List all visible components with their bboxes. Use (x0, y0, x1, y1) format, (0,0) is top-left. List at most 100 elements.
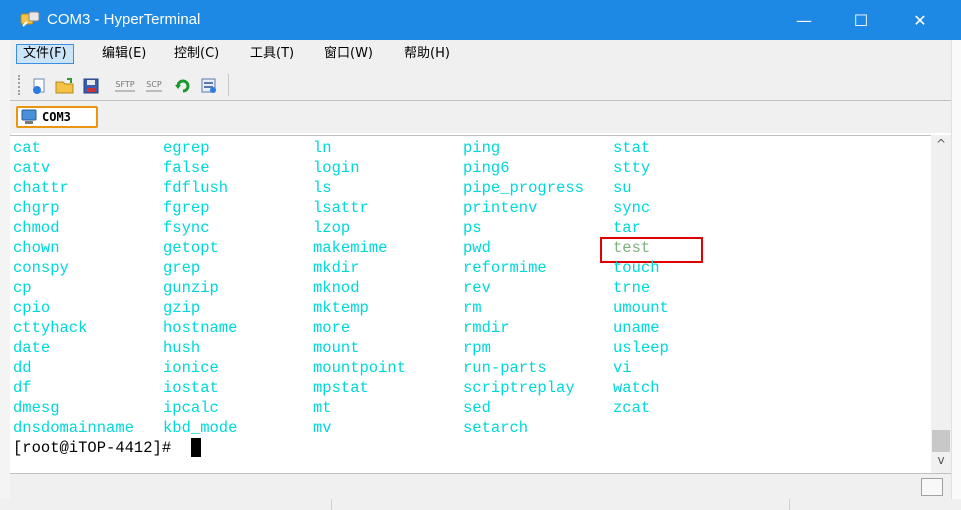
command-entry: cpio (13, 299, 51, 317)
command-entry: scriptreplay (463, 379, 575, 397)
new-session-button[interactable] (28, 76, 50, 96)
command-entry: trne (613, 279, 651, 297)
shell-prompt: [root@iTOP-4412]# (13, 439, 181, 457)
command-entry: sed (463, 399, 491, 417)
command-entry: su (613, 179, 632, 197)
command-entry: mkdir (313, 259, 360, 277)
command-entry: conspy (13, 259, 69, 277)
toolbar-grip[interactable] (18, 75, 22, 95)
scroll-up-icon[interactable]: ^ (931, 137, 951, 151)
command-entry: cttyhack (13, 319, 88, 337)
new-session-icon (33, 78, 45, 94)
command-entry: stat (613, 139, 651, 157)
command-entry: mknod (313, 279, 360, 297)
tab-com3[interactable]: COM3 (16, 106, 98, 128)
command-entry: sync (613, 199, 651, 217)
command-entry: rev (463, 279, 491, 297)
menu-help[interactable]: 帮助(H) (398, 44, 456, 64)
command-entry: catv (13, 159, 51, 177)
command-entry: fgrep (163, 199, 210, 217)
command-entry: dd (13, 359, 32, 377)
menu-edit[interactable]: 编辑(E) (96, 44, 152, 64)
command-entry: test (613, 239, 651, 257)
window-bottom-edge (0, 499, 961, 510)
toolbar: SFTP SCP (10, 68, 951, 100)
command-entry: lzop (313, 219, 351, 237)
properties-button[interactable] (198, 76, 220, 96)
command-entry: chown (13, 239, 60, 257)
command-entry: egrep (163, 139, 210, 157)
menu-bar: 文件(F) 编辑(E) 控制(C) 工具(T) 窗口(W) 帮助(H) (10, 40, 951, 68)
command-entry: chmod (13, 219, 60, 237)
refresh-button[interactable] (172, 76, 194, 96)
close-icon: ✕ (913, 10, 927, 30)
window-title: COM3 - HyperTerminal (47, 11, 201, 28)
command-entry: umount (613, 299, 669, 317)
scp-button[interactable]: SCP (142, 76, 166, 96)
command-entry: fdflush (163, 179, 229, 197)
scrollbar-thumb[interactable] (932, 430, 950, 452)
minimize-icon: — (796, 10, 812, 30)
properties-icon (201, 78, 216, 93)
menu-tools[interactable]: 工具(T) (244, 44, 300, 64)
maximize-icon: ☐ (853, 10, 869, 30)
open-folder-icon (55, 78, 74, 94)
close-button[interactable]: ✕ (897, 0, 943, 40)
command-entry: mktemp (313, 299, 369, 317)
sftp-icon: SFTP (115, 80, 135, 92)
command-entry: ionice (163, 359, 219, 377)
command-entry: touch (613, 259, 660, 277)
command-entry: chgrp (13, 199, 60, 217)
command-entry: dmesg (13, 399, 60, 417)
window-right-edge (951, 40, 961, 499)
command-entry: mt (313, 399, 332, 417)
command-entry: ls (313, 179, 332, 197)
title-bar: COM3 - HyperTerminal — ☐ ✕ (0, 0, 961, 40)
command-entry: printenv (463, 199, 538, 217)
command-entry: rpm (463, 339, 491, 357)
command-entry: usleep (613, 339, 669, 357)
command-entry: uname (613, 319, 660, 337)
command-entry: watch (613, 379, 660, 397)
open-button[interactable] (54, 76, 76, 96)
save-button[interactable] (80, 76, 102, 96)
command-entry: hush (163, 339, 201, 357)
session-tab-bar: COM3 (10, 100, 951, 133)
command-entry: iostat (163, 379, 219, 397)
command-entry: makemime (313, 239, 388, 257)
command-entry: mv (313, 419, 332, 437)
menu-control[interactable]: 控制(C) (168, 44, 225, 64)
command-entry: ipcalc (163, 399, 219, 417)
command-entry: hostname (163, 319, 238, 337)
maximize-button[interactable]: ☐ (838, 0, 884, 40)
hyperterminal-app-icon (20, 11, 40, 27)
scroll-down-icon[interactable]: v (931, 453, 951, 467)
status-bar (10, 473, 951, 500)
terminal-output[interactable]: [root@iTOP-4412]# cat catv chattr chgrp chmo… (10, 135, 931, 474)
command-entry: ping (463, 139, 501, 157)
toolbar-separator (228, 74, 229, 96)
command-entry: vi (613, 359, 632, 377)
command-entry: reformime (463, 259, 547, 277)
resize-grip-icon[interactable] (921, 478, 943, 496)
command-entry: ping6 (463, 159, 510, 177)
command-entry: cp (13, 279, 32, 297)
sftp-button[interactable]: SFTP (112, 76, 138, 96)
command-entry: ps (463, 219, 482, 237)
command-entry: zcat (613, 399, 651, 417)
command-entry: run-parts (463, 359, 547, 377)
vertical-scrollbar[interactable]: ^ v (931, 135, 951, 473)
command-entry: fsync (163, 219, 210, 237)
command-entry: ln (313, 139, 332, 157)
menu-window[interactable]: 窗口(W) (318, 44, 379, 64)
refresh-icon (175, 79, 190, 93)
menu-file[interactable]: 文件(F) (16, 44, 74, 64)
minimize-button[interactable]: — (781, 0, 827, 40)
command-entry: gzip (163, 299, 201, 317)
command-entry: stty (613, 159, 651, 177)
command-entry: mount (313, 339, 360, 357)
command-entry: dnsdomainname (13, 419, 134, 437)
command-entry: mountpoint (313, 359, 407, 377)
command-entry: mpstat (313, 379, 369, 397)
command-entry: tar (613, 219, 641, 237)
